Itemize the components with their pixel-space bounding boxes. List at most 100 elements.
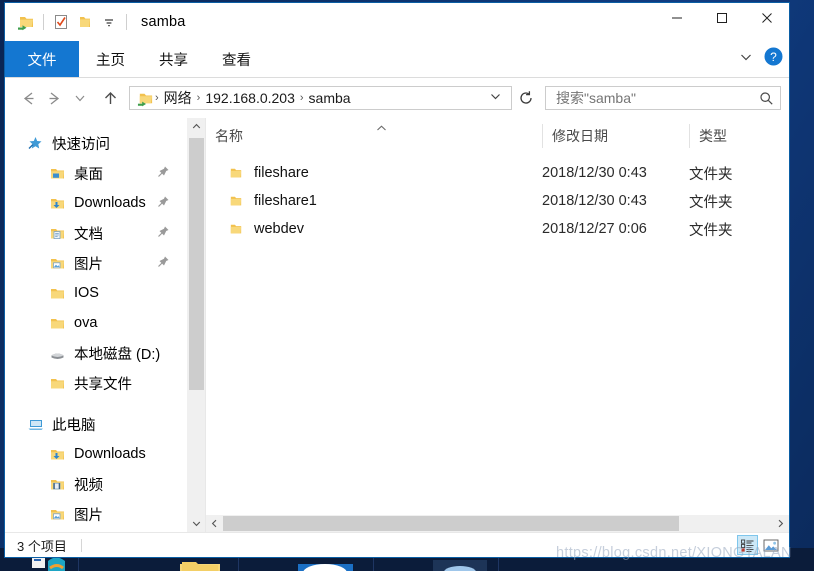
breadcrumb-network-icon	[135, 90, 154, 107]
caption-buttons[interactable]	[654, 3, 789, 33]
sidebar-group-this-pc[interactable]: 此电脑	[5, 409, 187, 439]
breadcrumb-dropdown-icon[interactable]	[482, 90, 509, 106]
ribbon-right-controls[interactable]: ?	[738, 41, 783, 77]
title-bar[interactable]: samba	[5, 3, 789, 41]
new-folder-icon[interactable]	[73, 10, 97, 34]
downloads-folder-icon	[49, 446, 66, 463]
sidebar-item-label: 共享文件	[74, 376, 132, 393]
network-folder-icon[interactable]	[14, 10, 38, 34]
file-list[interactable]: fileshare 2018/12/30 0:43 文件夹 fileshare1…	[206, 148, 789, 515]
quick-access-toolbar[interactable]	[5, 10, 132, 34]
sidebar-item-pictures[interactable]: 图片	[5, 248, 187, 278]
file-name-cell[interactable]: webdev	[206, 221, 542, 237]
details-view-button[interactable]	[737, 535, 758, 555]
collapse-ribbon-icon[interactable]	[738, 49, 754, 70]
recent-locations-button[interactable]	[67, 85, 93, 111]
ribbon-tabs[interactable]: 文件 主页 共享 查看 ?	[5, 41, 789, 78]
pictures-folder-icon	[49, 255, 66, 272]
breadcrumb-item-samba[interactable]: samba	[305, 90, 355, 106]
table-row[interactable]: fileshare 2018/12/30 0:43 文件夹	[206, 159, 789, 187]
search-input[interactable]	[554, 89, 759, 107]
search-box[interactable]	[545, 86, 781, 110]
sidebar-group-label: 此电脑	[52, 417, 96, 434]
sidebar-item-label: Downloads	[74, 446, 146, 462]
sidebar-item-label: 本地磁盘 (D:)	[74, 346, 161, 363]
maximize-button[interactable]	[699, 3, 744, 33]
breadcrumb-item-host[interactable]: 192.168.0.203	[201, 90, 299, 106]
sidebar-item-local-disk-d[interactable]: 本地磁盘 (D:)	[5, 338, 187, 368]
close-button[interactable]	[744, 3, 789, 33]
address-bar[interactable]: › 网络 › 192.168.0.203 › samba	[5, 78, 789, 118]
file-date-cell: 2018/12/27 0:06	[542, 221, 647, 237]
sidebar-item-documents[interactable]: 文档	[5, 218, 187, 248]
file-name-cell[interactable]: fileshare1	[206, 193, 542, 209]
pictures-folder-icon	[49, 506, 66, 523]
column-header-name-label: 名称	[215, 128, 243, 144]
file-name-label: fileshare1	[254, 193, 317, 209]
properties-icon[interactable]	[49, 10, 73, 34]
pin-icon[interactable]	[157, 225, 170, 241]
forward-button[interactable]	[41, 85, 67, 111]
back-button[interactable]	[15, 85, 41, 111]
scroll-left-button[interactable]	[206, 515, 223, 532]
minimize-button[interactable]	[654, 3, 699, 33]
sidebar-item-label: IOS	[74, 285, 99, 301]
column-header-name[interactable]: 名称	[206, 124, 542, 148]
large-icons-view-button[interactable]	[760, 535, 781, 555]
scrollbar-thumb[interactable]	[223, 516, 679, 531]
scrollbar-thumb[interactable]	[189, 138, 204, 390]
sidebar-item-videos[interactable]: 视频	[5, 469, 187, 499]
column-header-type[interactable]: 类型	[689, 124, 789, 148]
file-name-cell[interactable]: fileshare	[206, 165, 542, 181]
navigation-scrollbar[interactable]	[187, 118, 205, 532]
table-row[interactable]: fileshare1 2018/12/30 0:43 文件夹	[206, 187, 789, 215]
file-type-cell: 文件夹	[689, 194, 733, 211]
content-pane: 名称 修改日期 类型 fileshare 2018/12/30 0:43 文件夹…	[205, 118, 789, 532]
table-row[interactable]: webdev 2018/12/27 0:06 文件夹	[206, 215, 789, 243]
horizontal-scrollbar[interactable]	[206, 515, 789, 532]
sidebar-group-label: 快速访问	[52, 136, 110, 153]
tab-share[interactable]: 共享	[142, 41, 205, 77]
pin-icon[interactable]	[157, 255, 170, 271]
scroll-down-button[interactable]	[188, 515, 205, 532]
sort-ascending-icon	[376, 124, 387, 136]
star-pin-icon	[27, 135, 44, 152]
scrollbar-track[interactable]	[223, 516, 772, 531]
breadcrumb[interactable]: › 网络 › 192.168.0.203 › samba	[129, 86, 512, 110]
window-title: samba	[141, 14, 186, 30]
refresh-button[interactable]	[513, 86, 539, 110]
help-icon[interactable]: ?	[764, 47, 783, 71]
sidebar-item-pc-pictures[interactable]: 图片	[5, 499, 187, 529]
column-headers[interactable]: 名称 修改日期 类型	[206, 118, 789, 148]
videos-folder-icon	[49, 476, 66, 493]
sidebar-item-shared-files[interactable]: 共享文件	[5, 368, 187, 398]
tab-file[interactable]: 文件	[5, 41, 79, 77]
sidebar-item-pc-downloads[interactable]: Downloads	[5, 439, 187, 469]
breadcrumb-item-network[interactable]: 网络	[160, 88, 196, 108]
pin-icon[interactable]	[157, 165, 170, 181]
tab-view[interactable]: 查看	[205, 41, 268, 77]
view-mode-buttons[interactable]	[737, 535, 781, 555]
scroll-up-button[interactable]	[188, 118, 205, 135]
explorer-body: 快速访问 桌面 Downloads 文档 图片 IOS ova 本地磁盘 (D:…	[5, 118, 789, 532]
sidebar-item-ios[interactable]: IOS	[5, 278, 187, 308]
tab-home[interactable]: 主页	[79, 41, 142, 77]
sidebar-item-ova[interactable]: ova	[5, 308, 187, 338]
folder-icon	[228, 165, 244, 181]
chevron-down-icon[interactable]	[97, 10, 121, 34]
navigation-pane[interactable]: 快速访问 桌面 Downloads 文档 图片 IOS ova 本地磁盘 (D:…	[5, 118, 205, 532]
folder-icon	[49, 285, 66, 302]
scroll-right-button[interactable]	[772, 515, 789, 532]
sidebar-item-label: 文档	[74, 226, 103, 243]
pin-icon[interactable]	[157, 195, 170, 211]
column-header-date[interactable]: 修改日期	[542, 124, 689, 148]
sidebar-item-label: 图片	[74, 256, 103, 273]
sidebar-item-desktop[interactable]: 桌面	[5, 158, 187, 188]
navigation-list: 快速访问 桌面 Downloads 文档 图片 IOS ova 本地磁盘 (D:…	[5, 118, 187, 532]
file-name-label: webdev	[254, 221, 304, 237]
search-icon[interactable]	[759, 91, 774, 106]
sidebar-item-downloads[interactable]: Downloads	[5, 188, 187, 218]
up-button[interactable]	[97, 85, 123, 111]
sidebar-group-quick-access[interactable]: 快速访问	[5, 128, 187, 158]
